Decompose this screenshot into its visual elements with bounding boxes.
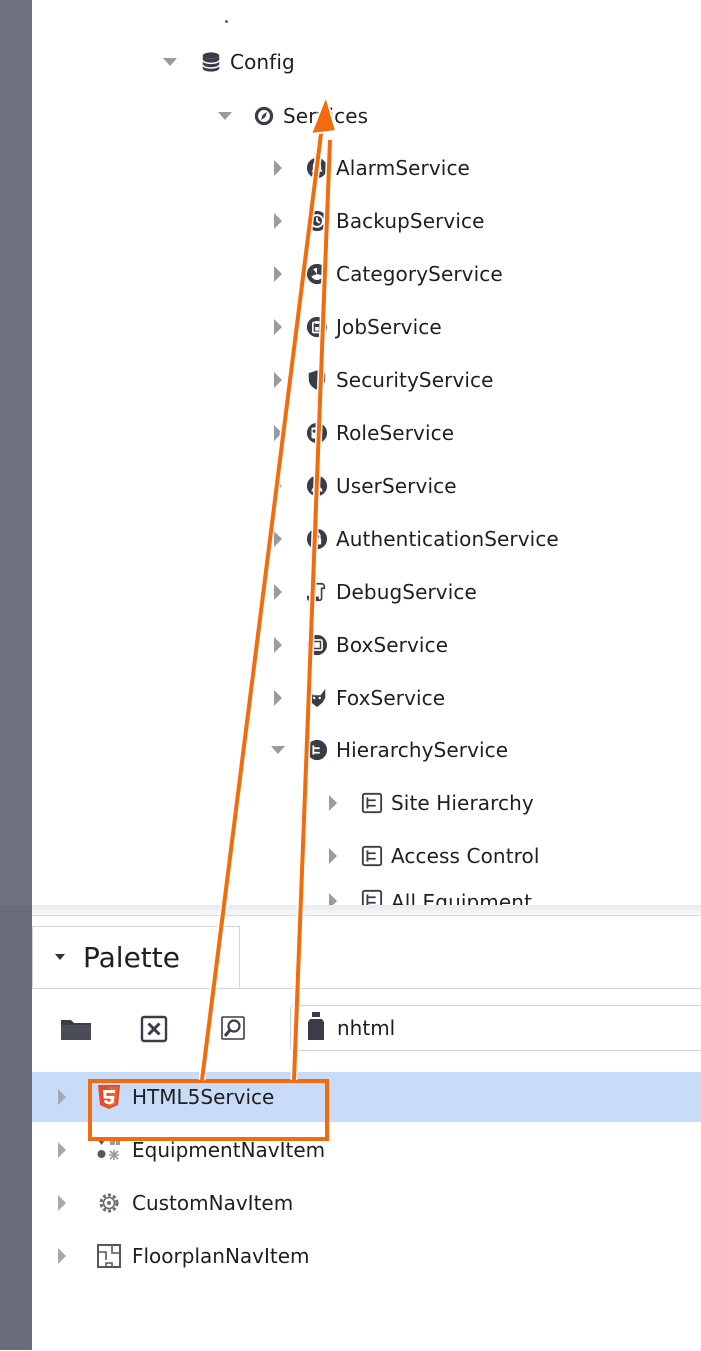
- expand-caret[interactable]: [50, 1142, 74, 1158]
- tree-node-debug-service[interactable]: DebugService: [266, 572, 477, 612]
- expand-caret[interactable]: [266, 160, 290, 176]
- tree-node-label: JobService: [336, 315, 442, 339]
- tree-node-label: Access Control: [391, 844, 540, 868]
- gear-icon: [96, 1190, 122, 1216]
- tree-node-label: SecurityService: [336, 368, 494, 392]
- services-icon: [253, 105, 275, 127]
- palette-panel: Palette nhtml HTML5Service EquipmentNavI…: [32, 915, 701, 1351]
- html5-icon: [96, 1084, 122, 1110]
- palette-toolbar: nhtml: [32, 1001, 701, 1056]
- expand-caret[interactable]: [266, 478, 290, 494]
- tree-node-role-service[interactable]: RoleService: [266, 413, 454, 453]
- expand-caret[interactable]: [50, 1089, 74, 1105]
- floorplan-icon: [96, 1243, 122, 1269]
- tree-node-label: BoxService: [336, 633, 449, 657]
- lock-icon: [306, 528, 328, 550]
- hierarchy-def-icon: [361, 845, 383, 867]
- shield-icon: [306, 369, 328, 391]
- expand-caret[interactable]: [50, 1248, 74, 1264]
- module-search-value: nhtml: [337, 1016, 396, 1040]
- palette-item-label: FloorplanNavItem: [132, 1244, 310, 1268]
- tree-node-label: RoleService: [336, 421, 455, 445]
- palette-item-label: HTML5Service: [132, 1085, 275, 1109]
- bell-icon: [306, 157, 328, 179]
- tree-node-site-hierarchy[interactable]: Site Hierarchy: [321, 783, 534, 823]
- expand-caret[interactable]: [321, 795, 345, 811]
- tab-palette[interactable]: Palette: [32, 926, 240, 988]
- box-icon: [306, 634, 328, 656]
- palette-item-equipment-nav-item[interactable]: EquipmentNavItem: [32, 1125, 701, 1175]
- tree-node-user-service[interactable]: UserService: [266, 466, 457, 506]
- collapse-caret[interactable]: [55, 954, 65, 960]
- module-search-input[interactable]: nhtml: [290, 1005, 701, 1051]
- tree-node-label: HierarchyService: [336, 738, 509, 762]
- nav-tree[interactable]: Config Services AlarmService BackupServi…: [32, 0, 701, 907]
- tree-node-fox-service[interactable]: FoxService: [266, 678, 445, 718]
- equipment-nav-icon: [96, 1137, 122, 1163]
- tree-node-label: Services: [283, 104, 369, 128]
- tree-node-authentication-service[interactable]: AuthenticationService: [266, 519, 559, 559]
- role-icon: [306, 422, 328, 444]
- search-icon: [221, 1016, 245, 1040]
- palette-tabbar: Palette: [32, 916, 701, 989]
- tree-node-backup-service[interactable]: BackupService: [266, 201, 485, 241]
- expand-caret[interactable]: [321, 848, 345, 864]
- expand-caret[interactable]: [266, 425, 290, 441]
- hierarchy-icon: [306, 739, 328, 761]
- palette-item-label: CustomNavItem: [132, 1191, 294, 1215]
- expand-caret[interactable]: [266, 637, 290, 653]
- expand-caret[interactable]: [266, 266, 290, 282]
- left-rail-lower: [0, 905, 32, 1350]
- tree-node-services[interactable]: Services: [213, 96, 368, 136]
- tree-node-label: FoxService: [336, 686, 446, 710]
- palette-item-custom-nav-item[interactable]: CustomNavItem: [32, 1178, 701, 1228]
- tree-node-job-service[interactable]: JobService: [266, 307, 442, 347]
- tree-node-label: CategoryService: [336, 262, 503, 286]
- palette-title: Palette: [83, 940, 180, 974]
- scroll-icon: [306, 581, 328, 603]
- expand-caret[interactable]: [50, 1195, 74, 1211]
- tree-node-label: DebugService: [336, 580, 477, 604]
- expand-caret[interactable]: [158, 58, 182, 66]
- palette-item-label: EquipmentNavItem: [132, 1138, 326, 1162]
- fox-icon: [306, 687, 328, 709]
- hierarchy-def-icon: [361, 792, 383, 814]
- tree-node-security-service[interactable]: SecurityService: [266, 360, 494, 400]
- tree-node-label: Config: [230, 50, 295, 74]
- expand-caret[interactable]: [266, 584, 290, 600]
- tree-node-box-service[interactable]: BoxService: [266, 625, 448, 665]
- tree-node-hierarchy-service[interactable]: HierarchyService: [266, 730, 508, 770]
- expand-caret[interactable]: [266, 746, 290, 754]
- palette-item-html5-service[interactable]: HTML5Service: [32, 1072, 701, 1122]
- tree-node-category-service[interactable]: CategoryService: [266, 254, 503, 294]
- tree-node-config[interactable]: Config: [158, 42, 295, 82]
- expand-caret[interactable]: [266, 531, 290, 547]
- expand-caret[interactable]: [213, 112, 237, 120]
- database-icon: [200, 51, 222, 73]
- expand-caret[interactable]: [266, 690, 290, 706]
- job-icon: [306, 316, 328, 338]
- palette-item-floorplan-nav-item[interactable]: FloorplanNavItem: [32, 1231, 701, 1281]
- tree-node-label: BackupService: [336, 209, 485, 233]
- expand-caret[interactable]: [266, 213, 290, 229]
- close-palette-button[interactable]: [138, 1013, 170, 1045]
- tree-node-label: AuthenticationService: [336, 527, 559, 551]
- expand-caret[interactable]: [266, 372, 290, 388]
- history-icon: [306, 210, 328, 232]
- tree-node-label: AlarmService: [336, 156, 470, 180]
- open-palette-button[interactable]: [60, 1013, 92, 1045]
- tree-dot: [225, 20, 228, 23]
- tree-node-label: Site Hierarchy: [391, 791, 534, 815]
- jar-icon: [307, 1011, 325, 1045]
- user-icon: [306, 475, 328, 497]
- find-palette-button[interactable]: [218, 1013, 250, 1045]
- tree-node-label: UserService: [336, 474, 457, 498]
- tree-node-alarm-service[interactable]: AlarmService: [266, 148, 470, 188]
- expand-caret[interactable]: [266, 319, 290, 335]
- folder-icon: [61, 1020, 91, 1040]
- tree-node-access-control[interactable]: Access Control: [321, 836, 540, 876]
- category-icon: [306, 263, 328, 285]
- close-icon: [140, 1015, 168, 1043]
